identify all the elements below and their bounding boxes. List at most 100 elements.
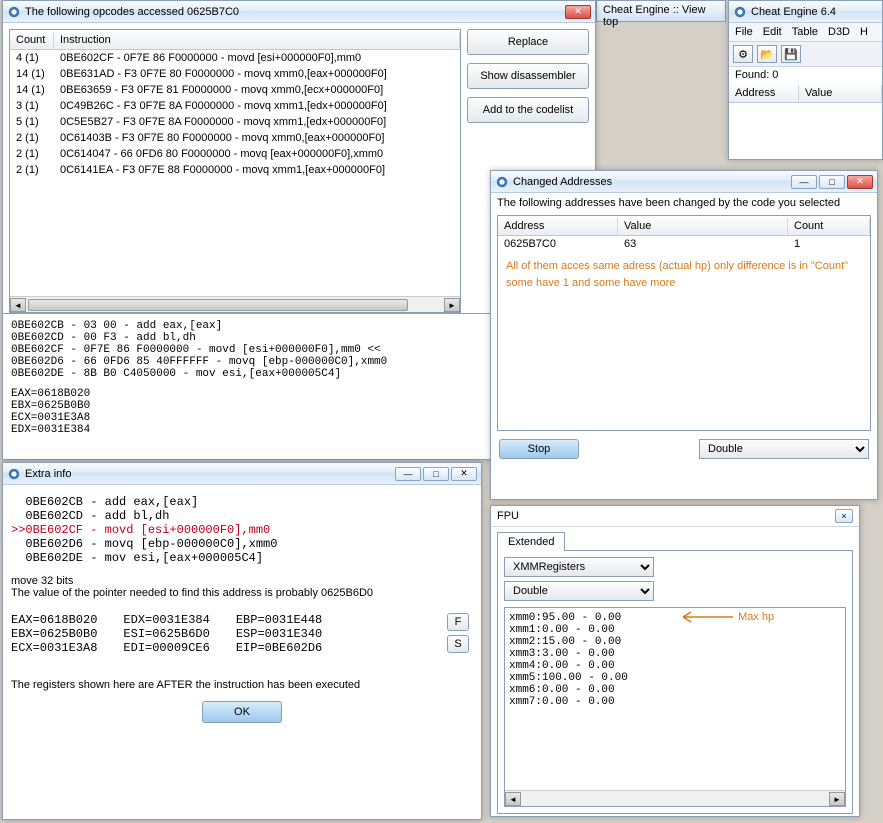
ce-toolbar: ⚙ 📂 💾	[729, 42, 882, 67]
opcodes-rows[interactable]: 4 (1)0BE602CF - 0F7E 86 F0000000 - movd …	[10, 50, 460, 296]
menu-edit[interactable]: Edit	[763, 26, 782, 38]
reg: EAX=0618B020	[11, 613, 97, 627]
show-disassembler-button[interactable]: Show disassembler	[467, 63, 589, 89]
opcodes-header: Count Instruction	[10, 30, 460, 50]
row-instr: 0C49B26C - F3 0F7E 8A F0000000 - movq xm…	[54, 100, 393, 112]
row-count: 2 (1)	[10, 132, 54, 144]
extra-info-title: Extra info	[25, 468, 395, 480]
xmm-registers-select[interactable]: XMMRegisters	[504, 557, 654, 577]
ok-button[interactable]: OK	[202, 701, 282, 723]
ce-icon	[7, 5, 21, 19]
f-button[interactable]: F	[447, 613, 469, 631]
maximize-icon[interactable]: □	[423, 467, 449, 481]
changed-row[interactable]: 0625B7C0 63 1	[498, 236, 870, 252]
s-button[interactable]: S	[447, 635, 469, 653]
col-instruction[interactable]: Instruction	[54, 32, 460, 48]
maxhp-annotation: Max hp	[675, 610, 774, 624]
scroll-left-icon[interactable]: ◄	[505, 792, 521, 806]
xmm-line: xmm6:0.00 - 0.00	[509, 684, 841, 696]
reg: EDX=0031E384	[123, 613, 209, 627]
xmm-line: xmm1:0.00 - 0.00	[509, 624, 841, 636]
bg-tab-text: Cheat Engine :: View top	[603, 4, 706, 28]
scroll-thumb[interactable]	[28, 299, 408, 311]
cheat-engine-main-window: Cheat Engine 6.4 File Edit Table D3D H ⚙…	[728, 0, 883, 160]
row-count: 2 (1)	[10, 164, 54, 176]
scroll-right-icon[interactable]: ►	[444, 298, 460, 312]
extra-info-titlebar[interactable]: Extra info — □ ✕	[3, 463, 481, 485]
reg: EBP=0031E448	[236, 613, 322, 627]
menu-file[interactable]: File	[735, 26, 753, 38]
ce-menubar: File Edit Table D3D H	[729, 23, 882, 42]
col-value[interactable]: Value	[618, 218, 788, 234]
changed-desc: The following addresses have been change…	[491, 193, 877, 213]
xmm-line: xmm4:0.00 - 0.00	[509, 660, 841, 672]
scroll-right-icon[interactable]: ►	[829, 792, 845, 806]
annot-text: Max hp	[738, 611, 774, 623]
menu-h[interactable]: H	[860, 26, 868, 38]
changed-addresses-window: Changed Addresses — □ ✕ The following ad…	[490, 170, 878, 500]
row-instr: 0BE631AD - F3 0F7E 80 F0000000 - movq xm…	[54, 68, 393, 80]
minimize-icon[interactable]: —	[395, 467, 421, 481]
ce-main-title: Cheat Engine 6.4	[751, 6, 878, 18]
col-address[interactable]: Address	[729, 85, 799, 101]
save-icon[interactable]: 💾	[781, 45, 801, 63]
col-value[interactable]: Value	[799, 85, 882, 101]
maximize-icon[interactable]: □	[819, 175, 845, 189]
close-icon[interactable]: ✕	[451, 467, 477, 481]
close-icon[interactable]: ✕	[847, 175, 873, 189]
fpu-close-icon[interactable]: ×	[835, 509, 853, 523]
extra-info-window: Extra info — □ ✕ 0BE602CB - add eax,[eax…	[2, 462, 482, 820]
close-icon[interactable]: ✕	[565, 5, 591, 19]
open-process-icon[interactable]: ⚙	[733, 45, 753, 63]
extra-note1: move 32 bits	[11, 575, 473, 587]
fpu-hscroll[interactable]: ◄ ►	[505, 790, 845, 806]
row-count: 14 (1)	[10, 84, 54, 96]
cell-val: 63	[618, 238, 788, 250]
ce-results-header: Address Value	[729, 83, 882, 103]
menu-d3d[interactable]: D3D	[828, 26, 850, 38]
xmm-line: xmm7:0.00 - 0.00	[509, 696, 841, 708]
changed-note: All of them acces same adress (actual hp…	[498, 252, 870, 297]
extra-note2: The value of the pointer needed to find …	[11, 587, 473, 599]
type-select[interactable]: Double	[699, 439, 869, 459]
row-instr: 0BE602CF - 0F7E 86 F0000000 - movd [esi+…	[54, 52, 367, 64]
extra-line: 0BE602D6 - movq [ebp-000000C0],xmm0	[11, 537, 473, 551]
scroll-left-icon[interactable]: ◄	[10, 298, 26, 312]
reg: EIP=0BE602D6	[236, 641, 322, 655]
xmm-line: xmm2:15.00 - 0.00	[509, 636, 841, 648]
replace-button[interactable]: Replace	[467, 29, 589, 55]
ce-icon	[495, 175, 509, 189]
col-count[interactable]: Count	[788, 218, 870, 234]
minimize-icon[interactable]: —	[791, 175, 817, 189]
row-count: 4 (1)	[10, 52, 54, 64]
ce-main-titlebar[interactable]: Cheat Engine 6.4	[729, 1, 882, 23]
open-file-icon[interactable]: 📂	[757, 45, 777, 63]
changed-titlebar[interactable]: Changed Addresses — □ ✕	[491, 171, 877, 193]
reg: EDI=00009CE6	[123, 641, 209, 655]
row-count: 3 (1)	[10, 100, 54, 112]
row-instr: 0C614047 - 66 0FD6 80 F0000000 - movq [e…	[54, 148, 389, 160]
opcodes-hscroll[interactable]: ◄ ►	[10, 296, 460, 312]
menu-table[interactable]: Table	[792, 26, 818, 38]
extra-footer: The registers shown here are AFTER the i…	[11, 679, 473, 691]
opcodes-list: Count Instruction 4 (1)0BE602CF - 0F7E 8…	[9, 29, 461, 313]
extra-line-highlight: >>0BE602CF - movd [esi+000000F0],mm0	[11, 523, 473, 537]
col-count[interactable]: Count	[10, 32, 54, 48]
extra-line: 0BE602DE - mov esi,[eax+000005C4]	[11, 551, 473, 565]
row-count: 5 (1)	[10, 116, 54, 128]
extra-line: 0BE602CD - add bl,dh	[11, 509, 473, 523]
fpu-tab-extended[interactable]: Extended	[497, 532, 565, 551]
reg: ESP=0031E340	[236, 627, 322, 641]
changed-title: Changed Addresses	[513, 176, 791, 188]
fpu-type-select[interactable]: Double	[504, 581, 654, 601]
ce-icon	[7, 467, 21, 481]
ce-icon	[733, 5, 747, 19]
opcodes-titlebar[interactable]: The following opcodes accessed 0625B7C0 …	[3, 1, 595, 23]
add-to-codelist-button[interactable]: Add to the codelist	[467, 97, 589, 123]
background-tab: Cheat Engine :: View top	[596, 0, 726, 22]
cell-addr: 0625B7C0	[498, 238, 618, 250]
reg: ECX=0031E3A8	[11, 641, 97, 655]
row-instr: 0BE63659 - F3 0F7E 81 F0000000 - movq xm…	[54, 84, 389, 96]
stop-button[interactable]: Stop	[499, 439, 579, 459]
col-address[interactable]: Address	[498, 218, 618, 234]
